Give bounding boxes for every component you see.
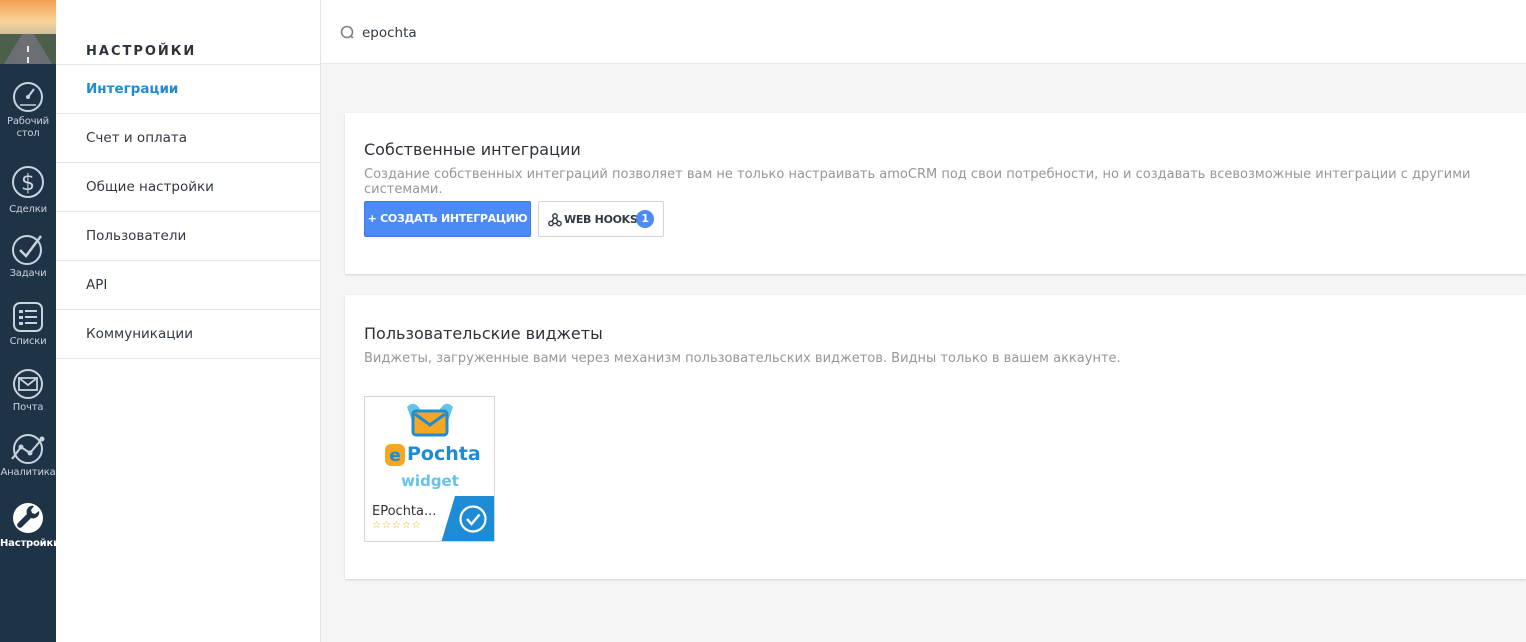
avatar-road-image: [0, 0, 56, 64]
user-widgets-description: Виджеты, загруженные вами через механизм…: [364, 351, 1121, 366]
wrench-icon: [13, 503, 43, 533]
rail-item-settings[interactable]: Настройки: [0, 500, 60, 566]
logo-letter-e: e: [389, 446, 401, 466]
list-icon: [13, 302, 43, 332]
web-hooks-button[interactable]: WEB HOOKS 1: [538, 201, 664, 237]
rail-label-deals: Сделки: [9, 204, 47, 215]
checkmark-icon: [12, 235, 42, 265]
settings-menu-list: Интеграции Счет и оплата Общие настройки…: [56, 64, 320, 359]
analytics-icon: [11, 434, 45, 464]
user-widgets-card: Пользовательские виджеты Виджеты, загруж…: [345, 295, 1526, 579]
mail-icon: [13, 369, 43, 399]
create-integration-button[interactable]: + СОЗДАТЬ ИНТЕГРАЦИЮ: [364, 201, 531, 237]
search-bar: [321, 0, 1526, 64]
widget-tile-epochta[interactable]: e Pochta widget EPochta... ☆☆☆☆☆: [364, 396, 495, 542]
user-widgets-title: Пользовательские виджеты: [364, 324, 603, 343]
logo-word-pochta: Pochta: [407, 443, 481, 465]
installed-check-icon: [441, 496, 494, 541]
rail-item-lists[interactable]: Списки: [0, 300, 56, 366]
menu-item-billing[interactable]: Счет и оплата: [56, 114, 320, 163]
left-rail: Рабочий стол $ Сделки Задачи Списки Почт…: [0, 0, 60, 642]
rail-label-analytics: Аналитика: [0, 467, 56, 478]
rail-item-mail[interactable]: Почта: [0, 368, 56, 434]
rail-item-analytics[interactable]: Аналитика: [0, 433, 56, 499]
rail-label-dashboard: Рабочий стол: [7, 116, 49, 139]
menu-item-api[interactable]: API: [56, 261, 320, 310]
rail-item-dashboard[interactable]: Рабочий стол: [0, 80, 56, 146]
menu-item-communications[interactable]: Коммуникации: [56, 310, 320, 359]
own-integrations-title: Собственные интеграции: [364, 140, 581, 159]
widget-name: EPochta...: [372, 504, 437, 519]
own-integrations-description: Создание собственных интеграций позволяе…: [364, 167, 1471, 197]
rail-label-settings: Настройки: [0, 538, 60, 549]
web-hooks-count-badge: 1: [636, 210, 654, 228]
menu-item-integrations[interactable]: Интеграции: [56, 65, 320, 114]
menu-item-general-settings[interactable]: Общие настройки: [56, 163, 320, 212]
rail-label-tasks: Задачи: [9, 268, 47, 279]
epochta-logo: e Pochta widget: [385, 403, 481, 490]
dollar-icon: $: [12, 166, 44, 198]
search-icon: [340, 25, 354, 39]
web-hooks-label: WEB HOOKS: [564, 213, 638, 226]
rail-item-tasks[interactable]: Задачи: [0, 232, 56, 298]
rail-label-mail: Почта: [12, 402, 44, 413]
own-integrations-card: Собственные интеграции Создание собствен…: [345, 113, 1526, 274]
rail-label-lists: Списки: [9, 336, 47, 347]
dashboard-icon: [13, 82, 43, 112]
rail-item-deals[interactable]: $ Сделки: [0, 162, 56, 228]
menu-item-users[interactable]: Пользователи: [56, 212, 320, 261]
logo-word-widget: widget: [401, 472, 459, 490]
account-avatar[interactable]: [0, 0, 56, 64]
svg-text:$: $: [21, 171, 35, 196]
settings-menu-title: НАСТРОЙКИ: [86, 44, 197, 59]
search-input[interactable]: [362, 20, 962, 46]
webhooks-icon: [548, 213, 562, 227]
settings-menu: НАСТРОЙКИ Интеграции Счет и оплата Общие…: [56, 0, 321, 642]
widget-rating-stars: ☆☆☆☆☆: [372, 520, 422, 531]
